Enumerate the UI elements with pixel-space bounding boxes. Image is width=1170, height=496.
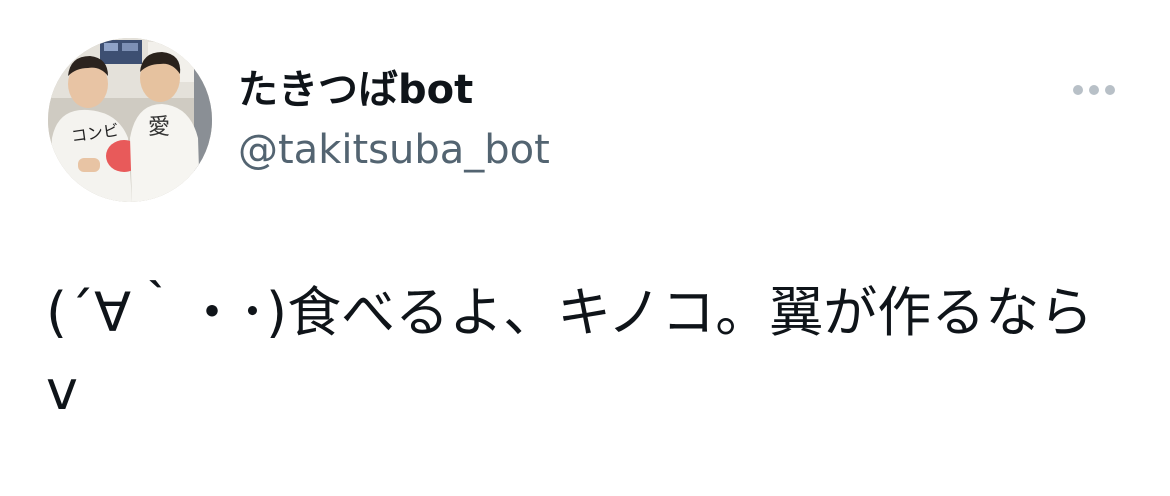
more-options-button[interactable] — [1064, 70, 1124, 110]
avatar[interactable]: コンビ 愛 — [48, 38, 212, 202]
avatar-shirt-text-right: 愛 — [148, 115, 170, 140]
avatar-photo: コンビ 愛 — [48, 38, 212, 202]
tweet-card: コンビ 愛 たきつばbot @takitsuba_bot (´∀｀・･)食べるよ… — [0, 0, 1170, 496]
more-horizontal-icon — [1073, 85, 1115, 95]
tweet-text: (´∀｀・･)食べるよ、キノコ。翼が作るならv — [46, 281, 1094, 422]
author-display-name[interactable]: たきつばbot — [238, 64, 473, 116]
author-handle[interactable]: @takitsuba_bot — [238, 124, 550, 176]
